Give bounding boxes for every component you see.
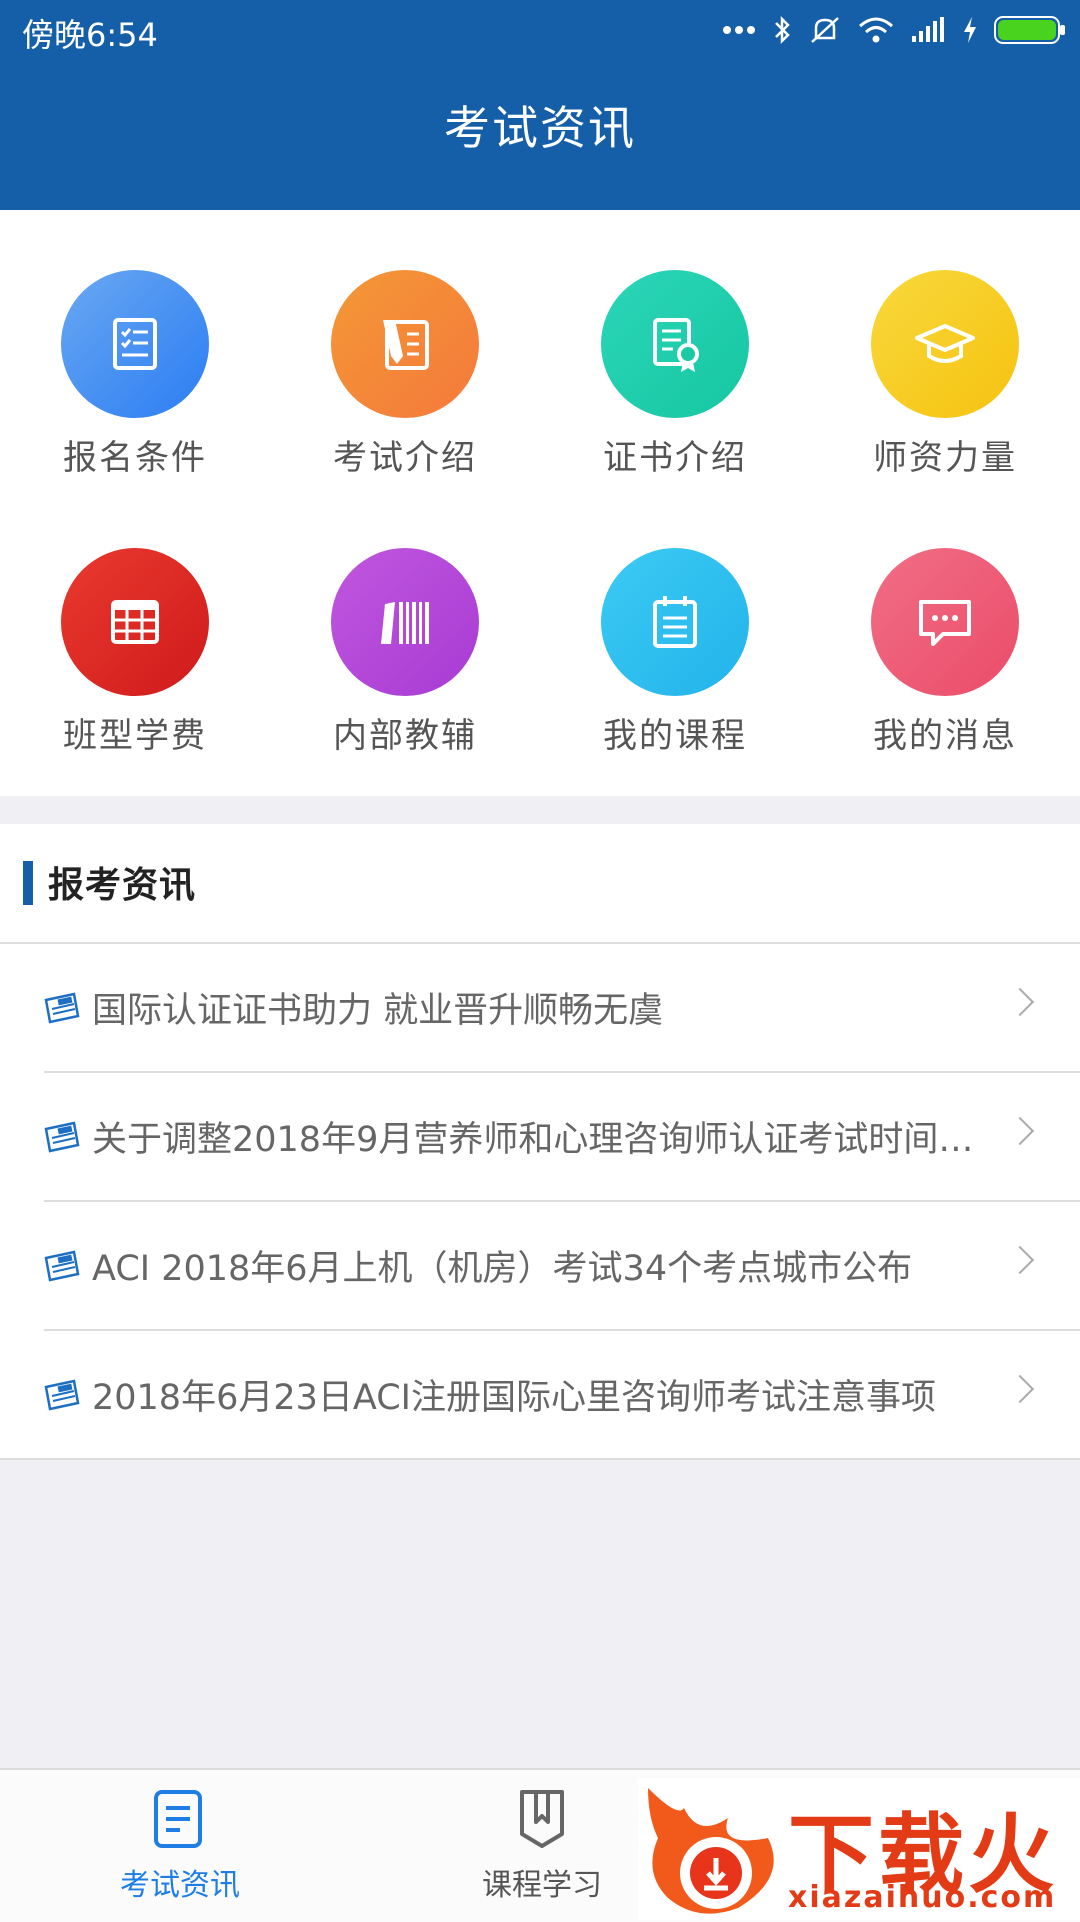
- pen-paper-icon: [383, 320, 429, 370]
- menu-item-exam-intro[interactable]: 考试介绍: [270, 270, 540, 530]
- news-list-item[interactable]: ACI 2018年6月上机（机房）考试34个考点城市公布: [44, 1202, 1080, 1331]
- menu-item-internal-materials[interactable]: 内部教辅: [270, 548, 540, 808]
- news-title: ACI 2018年6月上机（机房）考试34个考点城市公布: [92, 1249, 913, 1289]
- newspaper-icon: [44, 1250, 80, 1281]
- books-icon: [381, 602, 429, 644]
- page-title: 考试资讯: [444, 101, 636, 155]
- newspaper-icon: [44, 992, 80, 1023]
- news-list-item[interactable]: 国际认证证书助力 就业晋升顺畅无虞: [44, 944, 1080, 1073]
- bluetooth-icon: [772, 15, 792, 45]
- menu-item-teachers[interactable]: 师资力量: [810, 270, 1080, 530]
- menu-label: 报名条件: [63, 438, 207, 478]
- menu-icon-circle: [601, 548, 749, 696]
- certificate-icon: [653, 318, 699, 372]
- tab-exam-news[interactable]: 考试资讯: [30, 1770, 330, 1922]
- menu-label: 内部教辅: [333, 716, 477, 756]
- charging-icon: [962, 15, 978, 45]
- document-icon: [154, 1790, 202, 1848]
- graduation-cap-icon: [915, 324, 975, 363]
- app-header: 考试资讯: [0, 60, 1080, 210]
- menu-icon-circle: [871, 548, 1019, 696]
- watermark-url: xiazaihuo.com: [788, 1880, 1057, 1915]
- battery-icon: [994, 15, 1066, 45]
- table-icon: [111, 600, 159, 644]
- wifi-icon: [858, 16, 894, 44]
- tab-label: 考试资讯: [120, 1868, 240, 1903]
- news-list-item[interactable]: 关于调整2018年9月营养师和心理咨询师认证考试时间…: [44, 1073, 1080, 1202]
- news-section: 报考资讯 国际认证证书助力 就业晋升顺畅无虞 关于调整2018年9月营养师和心理…: [0, 824, 1080, 1460]
- section-marker: [23, 861, 33, 905]
- newspaper-icon: [44, 1121, 80, 1152]
- menu-grid: 报名条件 考试介绍 证书介绍 师资力量 班型学费 内部教辅 我的课程 我的消息: [0, 210, 1080, 796]
- status-icons: [722, 10, 1066, 50]
- menu-icon-circle: [601, 270, 749, 418]
- tab-label: 课程学习: [482, 1868, 602, 1903]
- menu-item-certificate-intro[interactable]: 证书介绍: [540, 270, 810, 530]
- signal-icon: [910, 16, 946, 44]
- newspaper-icon: [44, 1379, 80, 1410]
- status-bar: 傍晚6:54: [0, 0, 1080, 60]
- menu-item-my-courses[interactable]: 我的课程: [540, 548, 810, 808]
- mute-icon: [808, 14, 842, 46]
- menu-item-signup-conditions[interactable]: 报名条件: [0, 270, 270, 530]
- menu-icon-circle: [61, 270, 209, 418]
- menu-icon-circle: [331, 548, 479, 696]
- menu-label: 我的课程: [603, 716, 747, 756]
- status-time: 傍晚6:54: [22, 16, 158, 54]
- message-icon: [919, 600, 971, 646]
- menu-icon-circle: [871, 270, 1019, 418]
- fire-logo-icon: [648, 1788, 774, 1914]
- menu-item-my-messages[interactable]: 我的消息: [810, 548, 1080, 808]
- news-list-item[interactable]: 2018年6月23日ACI注册国际心里咨询师考试注意事项: [0, 1331, 1080, 1458]
- news-title: 2018年6月23日ACI注册国际心里咨询师考试注意事项: [92, 1378, 936, 1418]
- news-section-title: 报考资讯: [48, 865, 197, 906]
- bookmark-book-icon: [520, 1790, 564, 1848]
- news-title: 关于调整2018年9月营养师和心理咨询师认证考试时间…: [92, 1120, 974, 1160]
- menu-label: 班型学费: [63, 716, 207, 756]
- news-title: 国际认证证书助力 就业晋升顺畅无虞: [92, 991, 664, 1031]
- menu-label: 我的消息: [873, 716, 1017, 756]
- menu-item-class-fees[interactable]: 班型学费: [0, 548, 270, 808]
- menu-label: 证书介绍: [603, 438, 747, 478]
- more-dots-icon: [722, 25, 756, 35]
- menu-icon-circle: [331, 270, 479, 418]
- menu-label: 考试介绍: [333, 438, 477, 478]
- notebook-icon: [653, 596, 697, 648]
- news-header: 报考资讯: [0, 824, 1080, 944]
- watermark-logo: 下载火 xiazaihuo.com: [638, 1778, 1080, 1920]
- checklist-icon: [113, 318, 157, 370]
- menu-icon-circle: [61, 548, 209, 696]
- menu-label: 师资力量: [873, 438, 1017, 478]
- divider: [0, 1458, 1080, 1460]
